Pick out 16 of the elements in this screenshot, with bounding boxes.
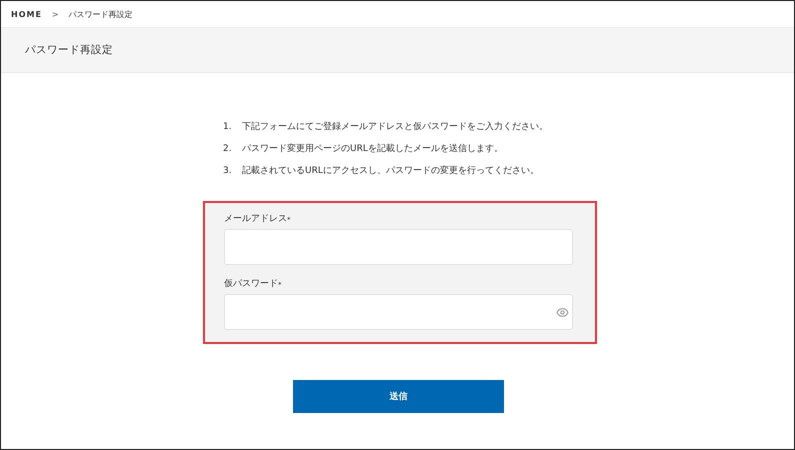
field-label: 仮パスワード — [224, 278, 278, 290]
password-field[interactable] — [224, 294, 573, 330]
step-number: 1. — [223, 121, 233, 133]
submit-button[interactable]: 送信 — [293, 380, 504, 413]
step-text: パスワード変更用ページのURLを記載したメールを送信します。 — [242, 143, 503, 155]
eye-icon[interactable] — [556, 306, 569, 318]
step-text: 下記フォームにてご登録メールアドレスと仮パスワードをご入力ください。 — [242, 121, 548, 133]
field-label: メールアドレス — [224, 213, 287, 225]
breadcrumb-item[interactable]: HOME — [11, 10, 42, 18]
step-number: 2. — [223, 143, 233, 155]
page-title: パスワード再設定 — [25, 43, 113, 57]
breadcrumb-separator: > — [52, 10, 59, 18]
email-field[interactable] — [224, 229, 573, 265]
breadcrumb-item: パスワード再設定 — [68, 8, 133, 20]
step-number: 3. — [223, 165, 233, 177]
step-text: 記載されているURLにアクセスし、パスワードの変更を行ってください。 — [242, 165, 539, 177]
